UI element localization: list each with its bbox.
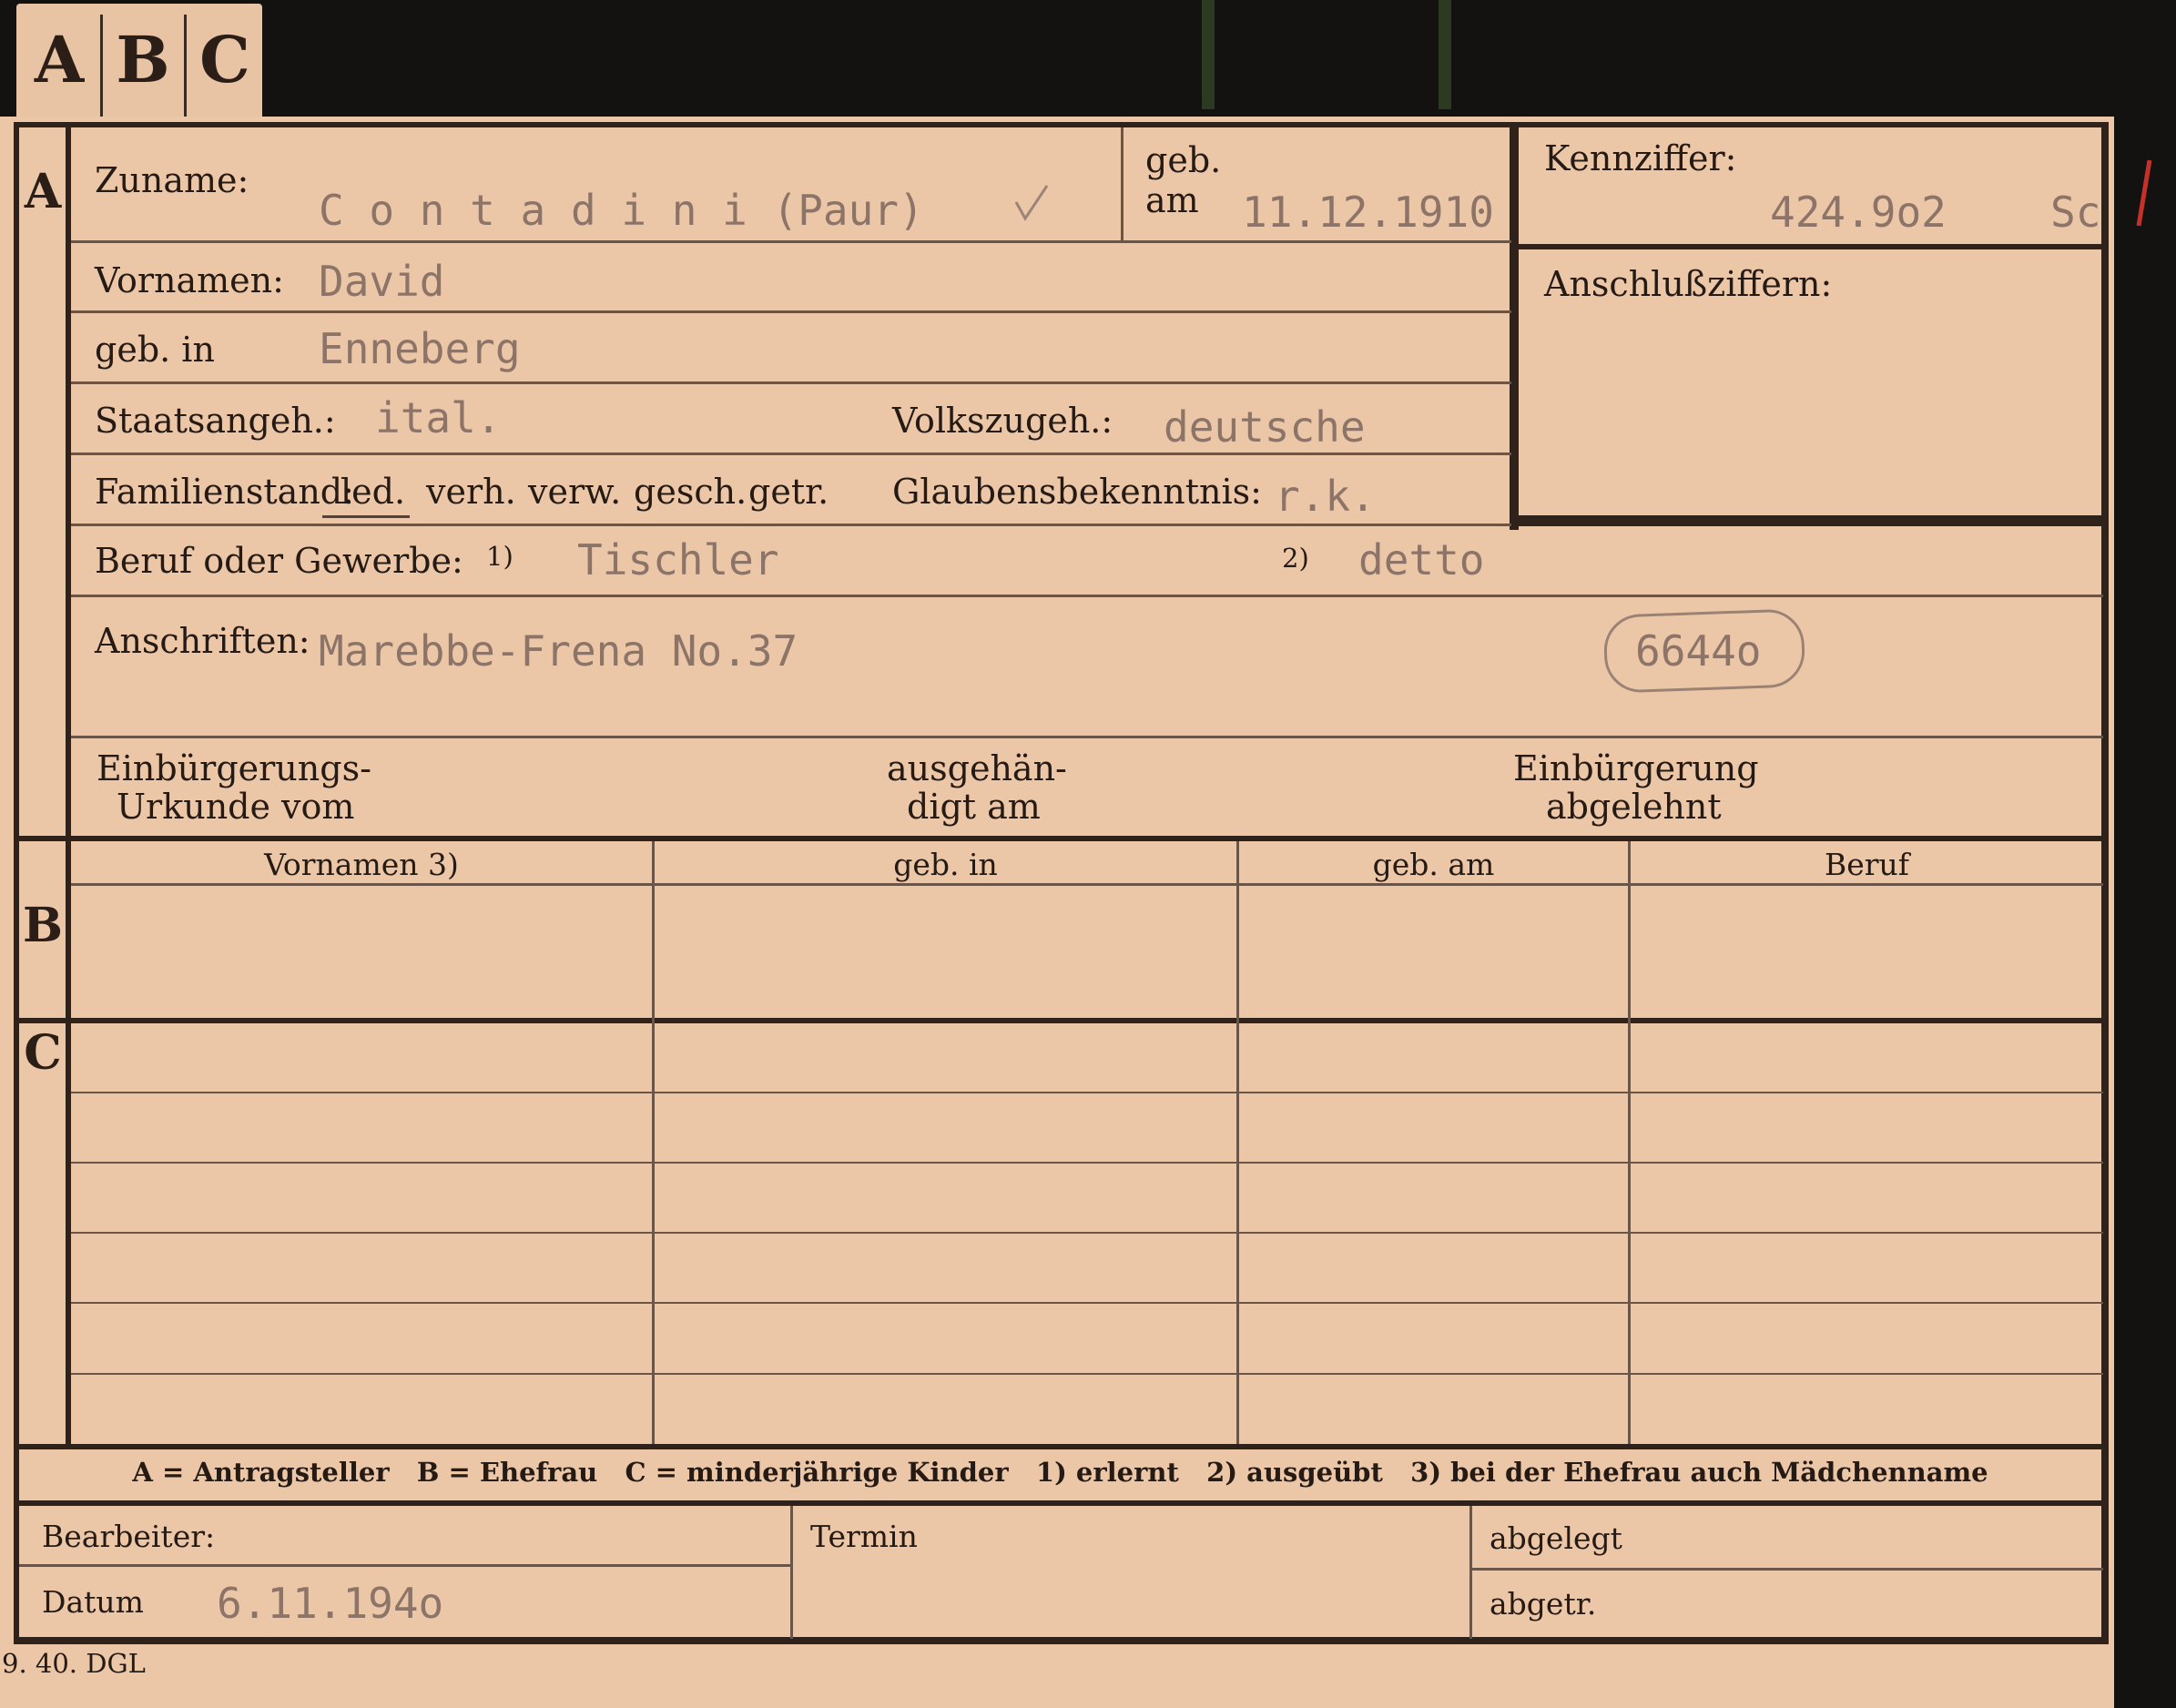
familienstand-option-getr: getr. xyxy=(748,472,829,512)
frame-top xyxy=(14,122,2108,127)
familienstand-option-led: led. xyxy=(341,472,406,512)
staatsangehoerigkeit-label: Staatsangeh.: xyxy=(95,401,336,441)
section-label-a: A xyxy=(24,164,62,219)
tab-letter-c: C xyxy=(199,22,250,97)
table-header-geb-am: geb. am xyxy=(1372,847,1495,882)
background-stripe xyxy=(1439,0,1451,109)
zuname-label: Zuname: xyxy=(95,160,249,200)
beruf-value-erlernt: Tischler xyxy=(577,535,779,585)
footer-row-line xyxy=(19,1564,790,1567)
section-a-bottom xyxy=(14,836,2108,841)
row-line xyxy=(71,736,2103,738)
beruf-footnote-1: 1) xyxy=(486,541,513,572)
abgelegt-label: abgelegt xyxy=(1490,1520,1622,1556)
familienstand-option-gesch: gesch. xyxy=(634,472,747,512)
row-line xyxy=(71,524,1511,526)
familienstand-option-verh: verh. xyxy=(426,472,516,512)
kennziffer-label: Kennziffer: xyxy=(1544,138,1737,178)
bearbeiter-label: Bearbeiter: xyxy=(42,1519,216,1554)
red-mark-icon xyxy=(2136,159,2152,227)
anschriften-value: Marebbe-Frena No.37 xyxy=(319,626,798,676)
beruf-value-ausgeuebt: detto xyxy=(1358,535,1485,585)
tab-letter-a: A xyxy=(34,22,85,97)
geb-am-value: 11.12.1910 xyxy=(1242,188,1494,237)
einbuergerung-abgelehnt-label-line2: abgelehnt xyxy=(1546,787,1722,827)
table-col-line xyxy=(1236,841,1239,1446)
legend-text: A = Antragsteller B = Ehefrau C = minder… xyxy=(132,1457,1988,1488)
table-col-line xyxy=(652,841,655,1446)
section-label-b: B xyxy=(23,898,63,953)
check-mark-icon xyxy=(1014,185,1049,221)
frame-left xyxy=(14,122,19,1642)
table-row-line xyxy=(71,1162,2103,1164)
printer-mark: 9. 40. DGL xyxy=(2,1648,146,1679)
row-line xyxy=(71,452,1511,455)
beruf-footnote-2: 2) xyxy=(1282,543,1309,574)
geb-label: geb. xyxy=(1145,140,1222,180)
einbuergerungs-urkunde-label-line2: Urkunde vom xyxy=(117,787,355,827)
stamp-number: 6644o xyxy=(1635,626,1762,676)
table-row-line xyxy=(71,1373,2103,1375)
kennziffer-box-left xyxy=(1510,122,1519,530)
geb-am-divider xyxy=(1121,127,1124,240)
table-header-vornamen: Vornamen 3) xyxy=(264,847,459,882)
familienstand-option-verw: verw. xyxy=(528,472,622,512)
glaubensbekenntnis-value: r.k. xyxy=(1275,472,1376,521)
geb-in-label: geb. in xyxy=(95,330,215,370)
table-header-line xyxy=(71,883,2103,886)
table-row-line xyxy=(71,1232,2103,1234)
section-label-c: C xyxy=(24,1025,62,1081)
vornamen-label: Vornamen: xyxy=(95,260,284,300)
abgetragen-label: abgetr. xyxy=(1490,1586,1597,1622)
table-header-beruf: Beruf xyxy=(1824,847,1910,882)
table-header-geb-in: geb. in xyxy=(893,847,998,882)
ausgehaendigt-label-line1: ausgehän- xyxy=(887,748,1067,788)
table-row-line xyxy=(71,1092,2103,1093)
tab-divider xyxy=(100,15,103,117)
section-c-bottom xyxy=(14,1444,2108,1449)
row-line xyxy=(71,381,1511,384)
glaubensbekenntnis-label: Glaubensbekenntnis: xyxy=(892,472,1262,512)
staatsangehoerigkeit-value: ital. xyxy=(375,393,502,442)
datum-label: Datum xyxy=(42,1584,144,1620)
row-line xyxy=(71,310,1511,313)
frame-right xyxy=(2101,122,2109,1642)
legend-bottom xyxy=(14,1500,2108,1506)
vornamen-value: David xyxy=(319,257,445,306)
zuname-value: C o n t a d i n i (Paur) xyxy=(319,186,924,235)
kennziffer-box-divider xyxy=(1513,244,2103,249)
section-b-bottom xyxy=(14,1018,2108,1023)
am-label: am xyxy=(1145,180,1199,220)
footer-row-line xyxy=(1472,1568,2103,1571)
einbuergerungs-urkunde-label-line1: Einbürgerungs- xyxy=(97,748,371,788)
table-col-line xyxy=(1628,841,1631,1446)
section-column-divider xyxy=(66,122,71,1444)
row-line xyxy=(71,240,1511,243)
anschluss-label: Anschlußziffern: xyxy=(1544,264,1833,304)
anschluss-box-bottom xyxy=(1513,515,2103,526)
table-row-line xyxy=(71,1302,2103,1304)
kennziffer-value: 424.9o2 xyxy=(1770,188,1947,237)
anschriften-label: Anschriften: xyxy=(95,621,310,661)
volkszugehoerigkeit-value: deutsche xyxy=(1164,402,1366,452)
row-line xyxy=(71,595,2103,597)
footer-col-line xyxy=(1469,1506,1472,1639)
background-stripe xyxy=(1202,0,1215,109)
datum-value: 6.11.194o xyxy=(217,1579,444,1628)
volkszugehoerigkeit-label: Volkszugeh.: xyxy=(892,401,1113,441)
frame-bottom xyxy=(14,1637,2109,1644)
geb-in-value: Enneberg xyxy=(319,324,521,373)
tab-letter-b: B xyxy=(116,22,170,97)
familienstand-label: Familienstand: xyxy=(95,472,354,512)
termin-label: Termin xyxy=(810,1519,918,1554)
ausgehaendigt-label-line2: digt am xyxy=(907,787,1041,827)
index-tab: A B C xyxy=(16,4,262,122)
footer-col-line xyxy=(790,1506,793,1639)
beruf-label: Beruf oder Gewerbe: xyxy=(95,541,463,581)
einbuergerung-abgelehnt-label-line1: Einbürgerung xyxy=(1513,748,1759,788)
kennziffer-suffix: Sch xyxy=(2050,188,2101,237)
familienstand-selected-underline xyxy=(322,515,410,518)
